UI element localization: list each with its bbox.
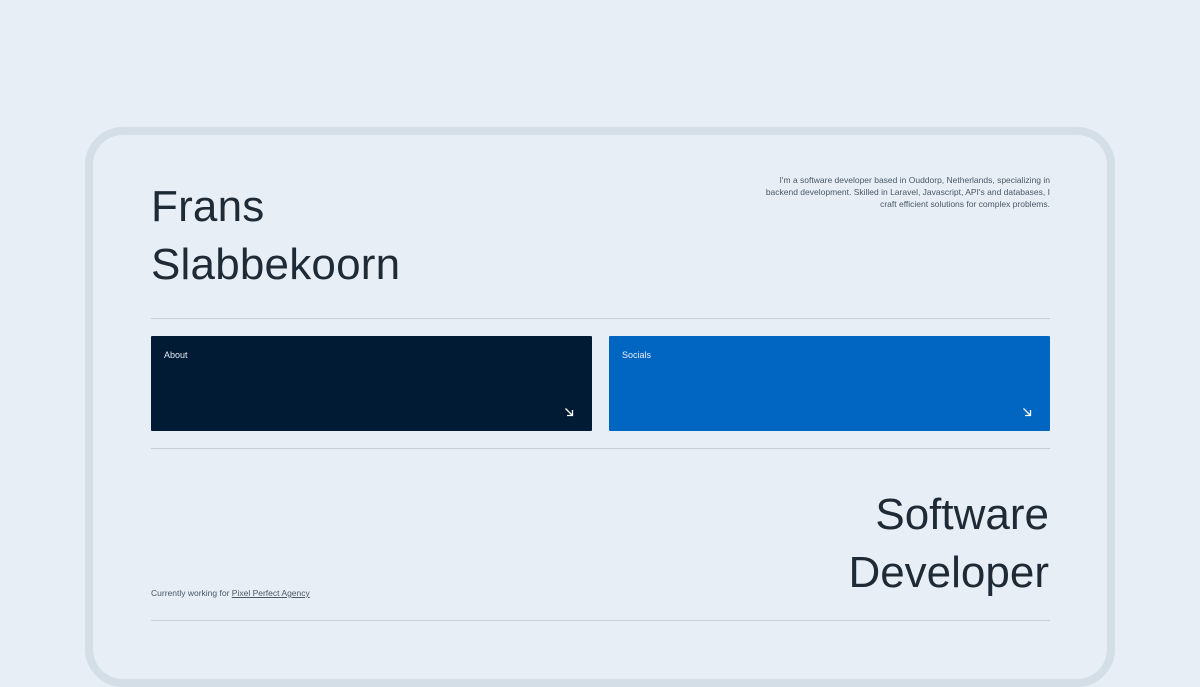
divider-top	[151, 318, 1050, 319]
divider-middle	[151, 448, 1050, 449]
divider-bottom	[151, 620, 1050, 621]
role-title: Software Developer	[848, 486, 1049, 602]
profile-bio: I'm a software developer based in Ouddor…	[765, 175, 1050, 209]
socials-card[interactable]: Socials	[609, 336, 1050, 431]
arrow-down-right-icon	[565, 408, 574, 417]
about-card[interactable]: About	[151, 336, 592, 431]
arrow-down-right-icon	[1023, 408, 1032, 417]
current-employer: Currently working for Pixel Perfect Agen…	[151, 588, 310, 598]
employer-prefix: Currently working for	[151, 588, 230, 598]
socials-card-label: Socials	[622, 350, 652, 360]
role-line1: Software	[875, 490, 1049, 539]
profile-name: Frans Slabbekoorn	[151, 178, 400, 294]
about-card-label: About	[164, 350, 188, 360]
employer-link[interactable]: Pixel Perfect Agency	[232, 588, 310, 598]
name-first: Frans	[151, 182, 265, 231]
role-line2: Developer	[848, 548, 1049, 597]
name-last: Slabbekoorn	[151, 240, 401, 289]
